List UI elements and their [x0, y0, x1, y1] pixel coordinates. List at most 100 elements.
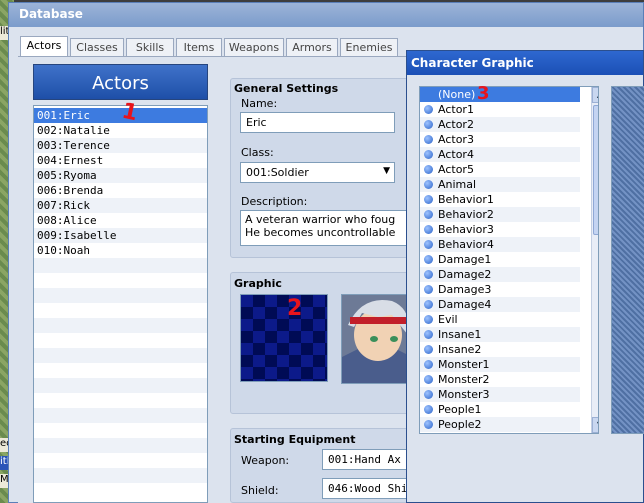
actor-row-ryoma[interactable]: 005:Ryoma: [34, 168, 207, 183]
graphic-item[interactable]: Monster2: [420, 372, 580, 387]
graphic-file-icon: [424, 120, 433, 129]
graphic-item[interactable]: Monster3: [420, 387, 580, 402]
graphic-file-icon: [424, 285, 433, 294]
tab-weapons[interactable]: Weapons: [224, 38, 284, 56]
actor-row-ernest[interactable]: 004:Ernest: [34, 153, 207, 168]
character-graphic-list[interactable]: (None) Actor1 Actor2 Actor3 Actor4 Actor…: [419, 86, 599, 434]
graphic-item[interactable]: Insane1: [420, 327, 580, 342]
graphic-item[interactable]: Damage4: [420, 297, 580, 312]
actor-row-empty[interactable]: [34, 303, 207, 318]
database-title: Database: [19, 7, 83, 21]
graphic-item[interactable]: Behavior2: [420, 207, 580, 222]
character-graphic-titlebar[interactable]: Character Graphic: [407, 51, 643, 75]
actor-row-empty[interactable]: [34, 363, 207, 378]
actor-row-empty[interactable]: [34, 423, 207, 438]
graphic-item[interactable]: Evil: [420, 312, 580, 327]
graphic-item[interactable]: People1: [420, 402, 580, 417]
tab-enemies[interactable]: Enemies: [340, 38, 398, 56]
graphic-item[interactable]: Actor2: [420, 117, 580, 132]
graphic-item[interactable]: Insane2: [420, 342, 580, 357]
description-textarea[interactable]: A veteran warrior who foug He becomes un…: [240, 210, 420, 246]
actor-row-empty[interactable]: [34, 273, 207, 288]
class-select[interactable]: 001:Soldier ▼: [240, 162, 395, 183]
chevron-up-icon[interactable]: ▲: [592, 87, 598, 103]
graphic-item[interactable]: People2: [420, 417, 580, 432]
graphic-file-icon: [424, 180, 433, 189]
actor-row-empty[interactable]: [34, 378, 207, 393]
actor-row-empty[interactable]: [34, 453, 207, 468]
actor-row-empty[interactable]: [34, 333, 207, 348]
chevron-down-icon[interactable]: ▼: [592, 417, 598, 433]
graphic-file-icon: [424, 210, 433, 219]
name-input[interactable]: Eric: [240, 112, 395, 133]
tab-classes[interactable]: Classes: [70, 38, 124, 56]
actors-list[interactable]: 001:Eric 002:Natalie 003:Terence 004:Ern…: [33, 105, 208, 503]
description-line: He becomes uncontrollable: [245, 226, 396, 239]
character-graphic-title: Character Graphic: [411, 56, 534, 70]
graphic-file-icon: [424, 240, 433, 249]
graphic-file-icon: [424, 165, 433, 174]
actor-row-empty[interactable]: [34, 348, 207, 363]
graphic-item[interactable]: Damage2: [420, 267, 580, 282]
tab-skills[interactable]: Skills: [126, 38, 174, 56]
general-settings-title: General Settings: [234, 82, 339, 95]
actor-row-empty[interactable]: [34, 318, 207, 333]
graphic-item[interactable]: Actor4: [420, 147, 580, 162]
actor-row-empty[interactable]: [34, 483, 207, 498]
face-graphic-preview[interactable]: [341, 294, 411, 384]
graphic-list-scrollbar[interactable]: ▲ ▼: [591, 87, 598, 433]
character-graphic-preview[interactable]: [240, 294, 328, 382]
character-graphic-dialog: Character Graphic (None) Actor1 Actor2 A…: [406, 50, 644, 503]
actor-row-empty[interactable]: [34, 408, 207, 423]
tab-items[interactable]: Items: [176, 38, 222, 56]
tab-actors[interactable]: Actors: [20, 36, 68, 57]
actor-row-empty[interactable]: [34, 393, 207, 408]
starting-equipment-group: Starting Equipment Weapon: 001:Hand Ax S…: [230, 428, 475, 503]
actor-row-empty[interactable]: [34, 438, 207, 453]
actor-row-empty[interactable]: [34, 258, 207, 273]
actor-row-rick[interactable]: 007:Rick: [34, 198, 207, 213]
graphic-file-icon: [424, 390, 433, 399]
general-settings-group: General Settings Name: Eric Class: 001:S…: [230, 78, 420, 258]
scrollbar-thumb[interactable]: [593, 105, 598, 235]
tab-armors[interactable]: Armors: [286, 38, 338, 56]
actor-row-noah[interactable]: 010:Noah: [34, 243, 207, 258]
graphic-file-icon: [424, 360, 433, 369]
actor-row-empty[interactable]: [34, 288, 207, 303]
graphic-item[interactable]: Behavior4: [420, 237, 580, 252]
graphic-file-icon: [424, 150, 433, 159]
graphic-file-icon: [424, 420, 433, 429]
actor-row-brenda[interactable]: 006:Brenda: [34, 183, 207, 198]
shield-label: Shield:: [241, 484, 279, 497]
starting-equipment-title: Starting Equipment: [234, 433, 356, 446]
graphic-file-icon: [424, 330, 433, 339]
graphic-file-icon: [424, 270, 433, 279]
actor-row-empty[interactable]: [34, 468, 207, 483]
graphic-file-icon: [424, 345, 433, 354]
graphic-item[interactable]: Behavior3: [420, 222, 580, 237]
annotation-3: 3: [477, 83, 490, 104]
graphic-item[interactable]: Damage3: [420, 282, 580, 297]
graphic-preview-area: [611, 86, 644, 434]
actor-row-isabelle[interactable]: 009:Isabelle: [34, 228, 207, 243]
graphic-item[interactable]: Actor5: [420, 162, 580, 177]
actor-row-terence[interactable]: 003:Terence: [34, 138, 207, 153]
weapon-label: Weapon:: [241, 454, 290, 467]
graphic-file-icon: [424, 105, 433, 114]
graphic-item-none[interactable]: (None): [420, 87, 580, 102]
graphic-item[interactable]: Damage1: [420, 252, 580, 267]
actor-row-natalie[interactable]: 002:Natalie: [34, 123, 207, 138]
graphic-file-icon: [424, 300, 433, 309]
actor-row-alice[interactable]: 008:Alice: [34, 213, 207, 228]
chevron-down-icon[interactable]: ▼: [383, 166, 390, 176]
class-select-value: 001:Soldier: [246, 166, 309, 179]
annotation-2: 2: [287, 296, 303, 321]
graphic-item[interactable]: Behavior1: [420, 192, 580, 207]
database-titlebar[interactable]: Database: [9, 3, 643, 27]
graphic-item[interactable]: Actor1: [420, 102, 580, 117]
graphic-file-icon: [424, 315, 433, 324]
graphic-item[interactable]: Actor3: [420, 132, 580, 147]
description-label: Description:: [241, 195, 308, 208]
graphic-item[interactable]: Monster1: [420, 357, 580, 372]
graphic-item[interactable]: Animal: [420, 177, 580, 192]
